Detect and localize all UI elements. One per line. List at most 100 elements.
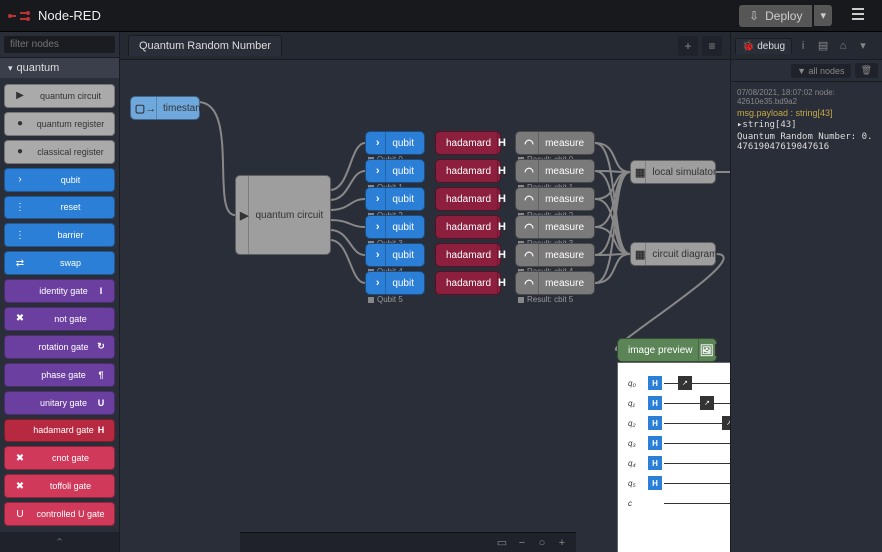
measure-node-1[interactable]: ◠measureResult: cbit 1 xyxy=(515,159,595,183)
measure-icon: ◠ xyxy=(520,188,539,210)
toggle-icon[interactable] xyxy=(715,344,717,356)
chevron-right-icon: › xyxy=(370,132,386,154)
canvas-footer: ▭ − ○ + xyxy=(240,532,576,552)
image-preview-node[interactable]: image preview 🖼 xyxy=(617,338,717,362)
debug-filter-button[interactable]: ▼ all nodes xyxy=(791,64,850,78)
app-logo: Node-RED xyxy=(8,8,101,24)
palette: quantum ▶quantum circuit ●quantum registe… xyxy=(0,32,120,552)
hadamard-node-0[interactable]: hadamardH xyxy=(435,131,501,155)
palette-node-quantum-register[interactable]: ●quantum register xyxy=(4,112,115,136)
palette-node-identity-gate[interactable]: identity gateI xyxy=(4,279,115,303)
qubit-node-5[interactable]: ›qubitQubit 5 xyxy=(365,271,425,295)
zoom-reset-icon[interactable]: ○ xyxy=(534,535,550,551)
nav-toggle-icon[interactable]: ▭ xyxy=(494,535,510,551)
node-label: hadamard xyxy=(440,166,497,177)
hadamard-node-3[interactable]: hadamardH xyxy=(435,215,501,239)
debug-clear-button[interactable]: 🗑 xyxy=(855,63,878,78)
palette-node-toffoli-gate[interactable]: ✖ toffoli gate xyxy=(4,474,115,498)
flow-tab[interactable]: Quantum Random Number xyxy=(128,35,282,56)
measure-icon: ◠ xyxy=(520,132,539,154)
image-icon: 🖼 xyxy=(698,339,713,361)
measure-node-2[interactable]: ◠measureResult: cbit 2 xyxy=(515,187,595,211)
palette-node-unitary-gate[interactable]: unitary gateU xyxy=(4,391,115,415)
palette-node-reset[interactable]: ⋮reset xyxy=(4,196,115,220)
tab-config-icon[interactable]: ⌂ xyxy=(834,40,852,52)
measure-node-3[interactable]: ◠measureResult: cbit 3 xyxy=(515,215,595,239)
palette-node-classical-register[interactable]: ●classical register xyxy=(4,140,115,164)
wire xyxy=(664,483,730,484)
measure-node-0[interactable]: ◠measureResult: cbit 0 xyxy=(515,131,595,155)
zoom-in-icon[interactable]: + xyxy=(554,535,570,551)
palette-node-controlled-U-gate[interactable]: Ucontrolled U gate xyxy=(4,502,115,526)
I-icon xyxy=(11,282,29,300)
measure-gate-icon: ↗ xyxy=(678,376,692,390)
deploy-icon: ⇩ xyxy=(749,9,759,23)
qubit-node-0[interactable]: ›qubitQubit 0 xyxy=(365,131,425,155)
palette-node-swap[interactable]: ⇄swap xyxy=(4,251,115,275)
chevron-right-icon: › xyxy=(370,188,386,210)
hadamard-node-1[interactable]: hadamardH xyxy=(435,159,501,183)
deploy-dropdown[interactable]: ▾ xyxy=(814,5,832,26)
palette-node-cnot-gate[interactable]: ✖cnot gate xyxy=(4,446,115,470)
qubit-label: c xyxy=(628,499,648,508)
inject-node-timestamp[interactable]: ▢→ timestamp xyxy=(130,96,200,120)
palette-node-not-gate[interactable]: ✖not gate xyxy=(4,307,115,331)
tab-debug[interactable]: 🐞 debug xyxy=(735,38,792,54)
zoom-out-icon[interactable]: − xyxy=(514,535,530,551)
palette-node-hadamard-gate[interactable]: hadamard gateH xyxy=(4,419,115,443)
qubit-node-1[interactable]: ›qubitQubit 1 xyxy=(365,159,425,183)
tab-dropdown-icon[interactable]: ▾ xyxy=(854,39,872,52)
palette-node-barrier[interactable]: ⋮barrier xyxy=(4,223,115,247)
quantum-circuit-node[interactable]: ▶ quantum circuit xyxy=(235,175,331,255)
palette-node-phase-gate[interactable]: phase gate¶ xyxy=(4,363,115,387)
qubit-node-2[interactable]: ›qubitQubit 2 xyxy=(365,187,425,211)
qubit-label: q₂ xyxy=(628,419,648,428)
palette-node-quantum-circuit[interactable]: ▶quantum circuit xyxy=(4,84,115,108)
qubit-node-3[interactable]: ›qubitQubit 3 xyxy=(365,215,425,239)
filter-nodes-input[interactable] xyxy=(4,36,115,53)
node-label: circuit diagram xyxy=(646,249,723,260)
palette-node-qubit[interactable]: ›qubit xyxy=(4,168,115,192)
add-flow-button[interactable]: + xyxy=(678,36,698,56)
hadamard-node-5[interactable]: hadamardH xyxy=(435,271,501,295)
chevron-right-icon: › xyxy=(370,216,386,238)
measure-node-4[interactable]: ◠measureResult: cbit 4 xyxy=(515,243,595,267)
node-label: qubit xyxy=(386,138,420,149)
gate-symbol-icon: H xyxy=(94,425,108,435)
hadamard-node-4[interactable]: hadamardH xyxy=(435,243,501,267)
circuit-diagram-node[interactable]: ▦ circuit diagram xyxy=(630,242,716,266)
›-icon: › xyxy=(11,171,29,189)
menu-button[interactable] xyxy=(842,2,874,29)
palette-collapse-icon[interactable]: ⌃ xyxy=(55,536,64,549)
●-icon: ● xyxy=(11,143,29,161)
hadamard-icon: H xyxy=(497,216,506,238)
node-label: measure xyxy=(539,166,590,177)
palette-category-quantum[interactable]: quantum xyxy=(0,58,119,78)
diagram-icon: ▦ xyxy=(635,243,646,265)
node-label: image preview xyxy=(622,345,698,356)
palette-node-label: quantum circuit xyxy=(33,91,108,101)
¶-icon xyxy=(11,366,29,384)
gate-symbol-icon: I xyxy=(94,286,108,296)
list-flows-button[interactable]: ≡ xyxy=(702,36,722,56)
local-simulator-node[interactable]: ▦ local simulator xyxy=(630,160,716,184)
↻-icon xyxy=(11,338,29,356)
deploy-button[interactable]: ⇩ Deploy xyxy=(739,5,812,27)
flow-canvas[interactable]: ▢→ timestamp ▶ quantum circuit ▦ local s… xyxy=(120,60,730,552)
h-gate-icon: H xyxy=(648,396,662,410)
measure-node-5[interactable]: ◠measureResult: cbit 5 xyxy=(515,271,595,295)
tab-info-icon[interactable]: i xyxy=(794,40,812,52)
qubit-node-4[interactable]: ›qubitQubit 4 xyxy=(365,243,425,267)
palette-node-rotation-gate[interactable]: rotation gate↻ xyxy=(4,335,115,359)
node-label: qubit xyxy=(386,222,420,233)
tab-context-icon[interactable]: ▤ xyxy=(814,39,832,52)
palette-node-label: toffoli gate xyxy=(33,481,108,491)
palette-node-label: controlled U gate xyxy=(33,509,108,519)
hadamard-node-2[interactable]: hadamardH xyxy=(435,187,501,211)
h-gate-icon: H xyxy=(648,416,662,430)
circuit-icon: ▶ xyxy=(240,176,249,254)
h-gate-icon: H xyxy=(648,436,662,450)
H-icon xyxy=(11,421,29,439)
node-label: timestamp xyxy=(157,103,215,114)
✖-icon: ✖ xyxy=(11,477,29,495)
